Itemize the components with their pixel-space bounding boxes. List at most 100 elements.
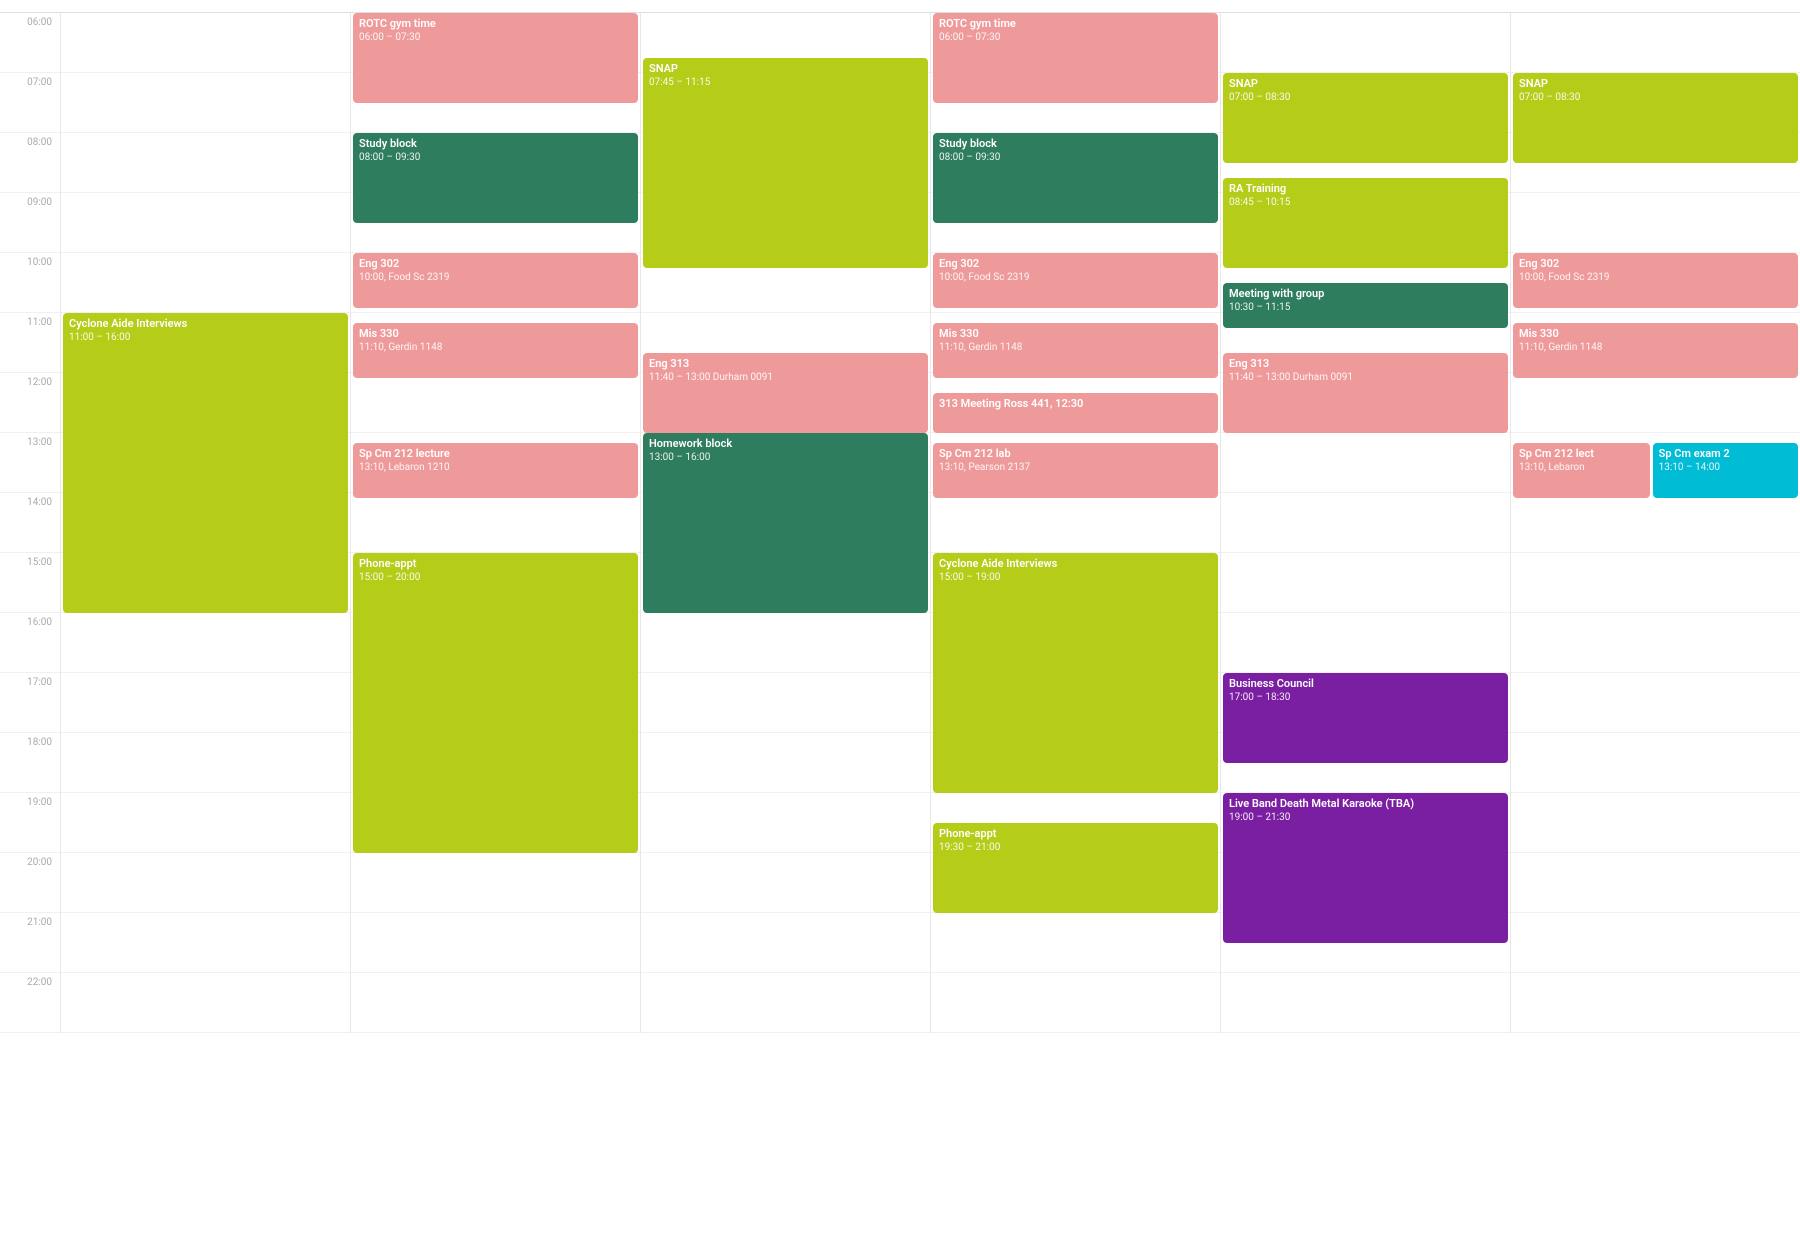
day-column-sun: Cyclone Aide Interviews11:00 – 16:00 (60, 13, 350, 1033)
calendar-event[interactable]: Eng 31311:40 – 13:00 Durham 0091 (643, 353, 928, 433)
calendar-cell (351, 853, 640, 913)
header-mon (350, 0, 640, 12)
calendar-cell (61, 133, 350, 193)
calendar-event[interactable]: Eng 30210:00, Food Sc 2319 (933, 253, 1218, 308)
calendar-event[interactable]: Cyclone Aide Interviews11:00 – 16:00 (63, 313, 348, 613)
time-slot: 12:00 (0, 373, 60, 433)
calendar-cell (1511, 193, 1800, 253)
calendar-event[interactable]: SNAP07:00 – 08:30 (1223, 73, 1508, 163)
day-column-wed: ROTC gym time06:00 – 07:30 Study block08:… (930, 13, 1220, 1033)
day-column-thu: SNAP07:00 – 08:30 RA Training08:45 – 10:1… (1220, 13, 1510, 1033)
calendar-cell (1511, 13, 1800, 73)
time-slot: 06:00 (0, 13, 60, 73)
calendar-cell (61, 913, 350, 973)
calendar-cell (641, 793, 930, 853)
calendar-cell (61, 733, 350, 793)
calendar-event[interactable]: Eng 31311:40 – 13:00 Durham 0091 (1223, 353, 1508, 433)
header-tue (640, 0, 930, 12)
header-fri (1510, 0, 1800, 12)
timezone-label (0, 0, 60, 12)
time-slot: 22:00 (0, 973, 60, 1033)
calendar-event[interactable]: Mis 33011:10, Gerdin 1148 (353, 323, 638, 378)
day-column-mon: ROTC gym time06:00 – 07:30 Study block08:… (350, 13, 640, 1033)
calendar-event[interactable]: Meeting with group10:30 – 11:15 (1223, 283, 1508, 328)
calendar-cell (61, 613, 350, 673)
time-slot: 17:00 (0, 673, 60, 733)
calendar-event[interactable]: Study block08:00 – 09:30 (353, 133, 638, 223)
calendar-event[interactable]: RA Training08:45 – 10:15 (1223, 178, 1508, 268)
time-slot: 16:00 (0, 613, 60, 673)
calendar-cell (61, 253, 350, 313)
calendar-event[interactable]: Phone-appt19:30 – 21:00 (933, 823, 1218, 913)
calendar-event[interactable]: Mis 33011:10, Gerdin 1148 (1513, 323, 1798, 378)
calendar-cell (1221, 433, 1510, 493)
time-slot: 11:00 (0, 313, 60, 373)
calendar-cell (641, 613, 930, 673)
calendar-header (0, 0, 1800, 13)
time-slot: 14:00 (0, 493, 60, 553)
calendar-cell (1221, 973, 1510, 1033)
calendar-cell (1511, 793, 1800, 853)
calendar-cell (1511, 613, 1800, 673)
calendar-event[interactable]: Cyclone Aide Interviews15:00 – 19:00 (933, 553, 1218, 793)
calendar-event[interactable]: Business Council17:00 – 18:30 (1223, 673, 1508, 763)
calendar-event[interactable]: Sp Cm 212 lect13:10, Lebaron (1513, 443, 1650, 498)
calendar-event[interactable]: Sp Cm 212 lecture13:10, Lebaron 1210 (353, 443, 638, 498)
calendar-cell (1511, 673, 1800, 733)
calendar-cell (641, 853, 930, 913)
calendar-event[interactable]: Sp Cm exam 213:10 – 14:00 (1653, 443, 1798, 498)
calendar-event[interactable]: Phone-appt15:00 – 20:00 (353, 553, 638, 853)
time-slot: 08:00 (0, 133, 60, 193)
calendar-cell (351, 493, 640, 553)
time-column: 06:0007:0008:0009:0010:0011:0012:0013:00… (0, 13, 60, 1033)
day-column-fri: SNAP07:00 – 08:30 Eng 30210:00, Food Sc 2… (1510, 13, 1800, 1033)
time-slot: 07:00 (0, 73, 60, 133)
calendar-cell (1511, 853, 1800, 913)
calendar-cell (61, 193, 350, 253)
time-slot: 09:00 (0, 193, 60, 253)
calendar-cell (1511, 553, 1800, 613)
calendar-cell (1511, 493, 1800, 553)
calendar-grid: 06:0007:0008:0009:0010:0011:0012:0013:00… (0, 13, 1800, 1033)
calendar-cell (1511, 913, 1800, 973)
calendar-cell (1511, 973, 1800, 1033)
calendar-event[interactable]: ROTC gym time06:00 – 07:30 (933, 13, 1218, 103)
calendar-cell (61, 13, 350, 73)
time-slot: 19:00 (0, 793, 60, 853)
calendar-event[interactable]: Eng 30210:00, Food Sc 2319 (353, 253, 638, 308)
calendar-cell (61, 73, 350, 133)
calendar-event[interactable]: Live Band Death Metal Karaoke (TBA)19:00… (1223, 793, 1508, 943)
calendar-event[interactable]: Eng 30210:00, Food Sc 2319 (1513, 253, 1798, 308)
header-wed (930, 0, 1220, 12)
calendar-cell (1511, 733, 1800, 793)
calendar: 06:0007:0008:0009:0010:0011:0012:0013:00… (0, 0, 1800, 1235)
calendar-cell (61, 673, 350, 733)
calendar-cell (1221, 13, 1510, 73)
calendar-cell (641, 673, 930, 733)
calendar-event[interactable]: ROTC gym time06:00 – 07:30 (353, 13, 638, 103)
time-slot: 20:00 (0, 853, 60, 913)
calendar-event[interactable]: SNAP07:00 – 08:30 (1513, 73, 1798, 163)
calendar-cell (931, 973, 1220, 1033)
calendar-cell (641, 733, 930, 793)
calendar-event[interactable]: Mis 33011:10, Gerdin 1148 (933, 323, 1218, 378)
calendar-cell (61, 793, 350, 853)
calendar-cell (61, 853, 350, 913)
calendar-cell (931, 493, 1220, 553)
calendar-event[interactable]: Homework block13:00 – 16:00 (643, 433, 928, 613)
calendar-event[interactable]: Sp Cm 212 lab13:10, Pearson 2137 (933, 443, 1218, 498)
time-slot: 10:00 (0, 253, 60, 313)
calendar-event[interactable]: SNAP07:45 – 11:15 (643, 58, 928, 268)
calendar-cell (931, 913, 1220, 973)
calendar-cell (351, 373, 640, 433)
calendar-cell (61, 973, 350, 1033)
header-thu (1220, 0, 1510, 12)
time-slot: 18:00 (0, 733, 60, 793)
time-slot: 21:00 (0, 913, 60, 973)
header-sun (60, 0, 350, 12)
calendar-event[interactable]: Study block08:00 – 09:30 (933, 133, 1218, 223)
calendar-cell (1221, 553, 1510, 613)
calendar-cell (1511, 373, 1800, 433)
time-slot: 13:00 (0, 433, 60, 493)
calendar-event[interactable]: 313 Meeting Ross 441, 12:30 (933, 393, 1218, 433)
